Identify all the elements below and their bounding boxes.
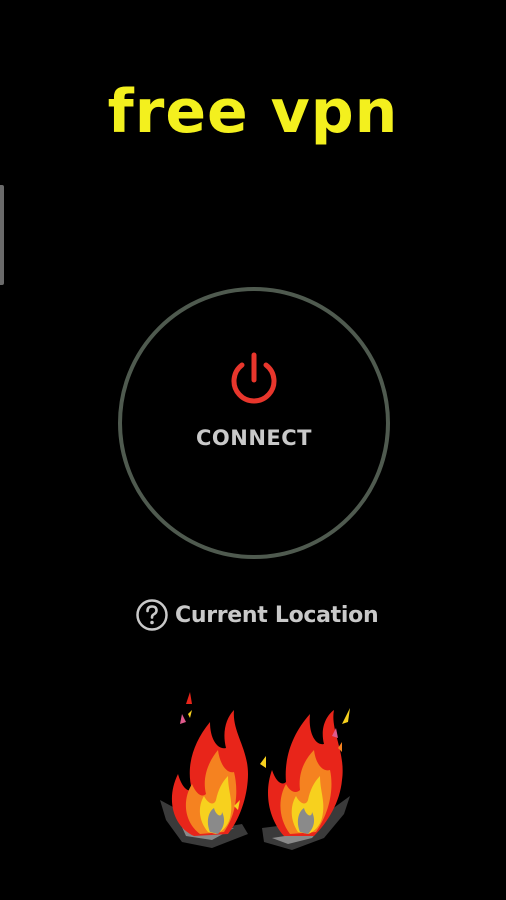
edge-drawer-handle[interactable]: [0, 185, 4, 285]
connect-label: CONNECT: [196, 426, 312, 450]
power-icon: [231, 352, 277, 404]
question-circle-icon: [136, 599, 168, 631]
connect-button[interactable]: [118, 287, 390, 559]
current-location-label: Current Location: [175, 602, 379, 628]
flames-icon: [160, 692, 350, 850]
current-location-button[interactable]: Current Location: [135, 596, 379, 634]
app-title: free vpn: [107, 77, 399, 147]
